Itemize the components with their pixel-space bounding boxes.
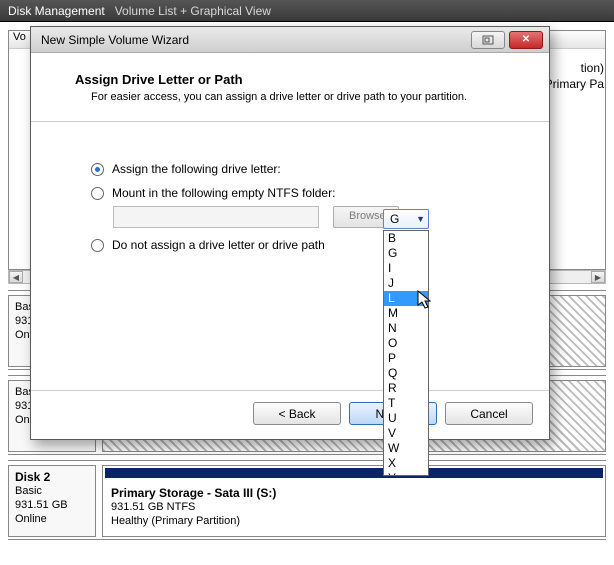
- volume-name: Primary Storage - Sata III (S:): [111, 486, 597, 500]
- page-title: Assign Drive Letter or Path: [75, 72, 519, 87]
- titlebar[interactable]: New Simple Volume Wizard ✕: [31, 27, 549, 53]
- chevron-down-icon: ▼: [416, 214, 425, 224]
- radio-none[interactable]: [91, 239, 104, 252]
- drive-letter-select[interactable]: G ▼: [383, 209, 429, 229]
- app-header: Disk Management Volume List + Graphical …: [0, 0, 614, 22]
- scroll-left-icon[interactable]: ◀: [9, 271, 23, 283]
- dropdown-option[interactable]: O: [384, 336, 428, 351]
- dropdown-option[interactable]: Y: [384, 471, 428, 476]
- disk-volume-area[interactable]: Primary Storage - Sata III (S:) 931.51 G…: [102, 465, 606, 537]
- page-subtitle: For easier access, you can assign a driv…: [91, 91, 519, 103]
- volume-size: 931.51 GB NTFS: [111, 500, 597, 514]
- app-title: Disk Management: [8, 4, 105, 18]
- option-label: Assign the following drive letter:: [112, 162, 281, 176]
- radio-mount[interactable]: [91, 187, 104, 200]
- dropdown-option[interactable]: L: [384, 291, 428, 306]
- dropdown-option[interactable]: M: [384, 306, 428, 321]
- drive-letter-dropdown[interactable]: BGIJLMNOPQRTUVWXYZ: [383, 230, 429, 476]
- dropdown-option[interactable]: N: [384, 321, 428, 336]
- partition-stripe: [105, 468, 603, 478]
- disk-status: Online: [15, 512, 89, 526]
- scroll-right-icon[interactable]: ▶: [591, 271, 605, 283]
- option-no-assign[interactable]: Do not assign a drive letter or drive pa…: [91, 238, 519, 252]
- disk-summary: Disk 2 Basic 931.51 GB Online: [8, 465, 96, 537]
- option-mount-folder[interactable]: Mount in the following empty NTFS folder…: [91, 186, 519, 200]
- option-label: Mount in the following empty NTFS folder…: [112, 186, 335, 200]
- selected-letter: G: [390, 212, 399, 226]
- dropdown-option[interactable]: I: [384, 261, 428, 276]
- dropdown-option[interactable]: R: [384, 381, 428, 396]
- dropdown-option[interactable]: V: [384, 426, 428, 441]
- cancel-button[interactable]: Cancel: [445, 402, 533, 425]
- close-button[interactable]: ✕: [509, 31, 543, 49]
- help-button[interactable]: [471, 31, 505, 49]
- option-label: Do not assign a drive letter or drive pa…: [112, 238, 325, 252]
- dropdown-option[interactable]: T: [384, 396, 428, 411]
- option-assign-letter[interactable]: Assign the following drive letter:: [91, 162, 519, 176]
- dropdown-option[interactable]: Q: [384, 366, 428, 381]
- wizard-dialog: New Simple Volume Wizard ✕ Assign Drive …: [30, 26, 550, 440]
- dropdown-option[interactable]: X: [384, 456, 428, 471]
- help-icon: [482, 35, 494, 45]
- volume-health: Healthy (Primary Partition): [111, 514, 597, 528]
- mount-path-input: [113, 206, 319, 228]
- dropdown-option[interactable]: B: [384, 231, 428, 246]
- radio-assign[interactable]: [91, 163, 104, 176]
- disk-title: Disk 2: [15, 470, 89, 484]
- disk-type: Basic: [15, 484, 89, 498]
- dropdown-option[interactable]: U: [384, 411, 428, 426]
- app-subtitle: Volume List + Graphical View: [115, 4, 271, 18]
- close-icon: ✕: [522, 34, 530, 45]
- divider: [31, 390, 549, 391]
- dropdown-option[interactable]: J: [384, 276, 428, 291]
- dropdown-option[interactable]: G: [384, 246, 428, 261]
- disk-row: Disk 2 Basic 931.51 GB Online Primary St…: [8, 460, 606, 540]
- dropdown-option[interactable]: P: [384, 351, 428, 366]
- back-button[interactable]: < Back: [253, 402, 341, 425]
- window-title: New Simple Volume Wizard: [41, 33, 467, 47]
- dropdown-option[interactable]: W: [384, 441, 428, 456]
- disk-size: 931.51 GB: [15, 498, 89, 512]
